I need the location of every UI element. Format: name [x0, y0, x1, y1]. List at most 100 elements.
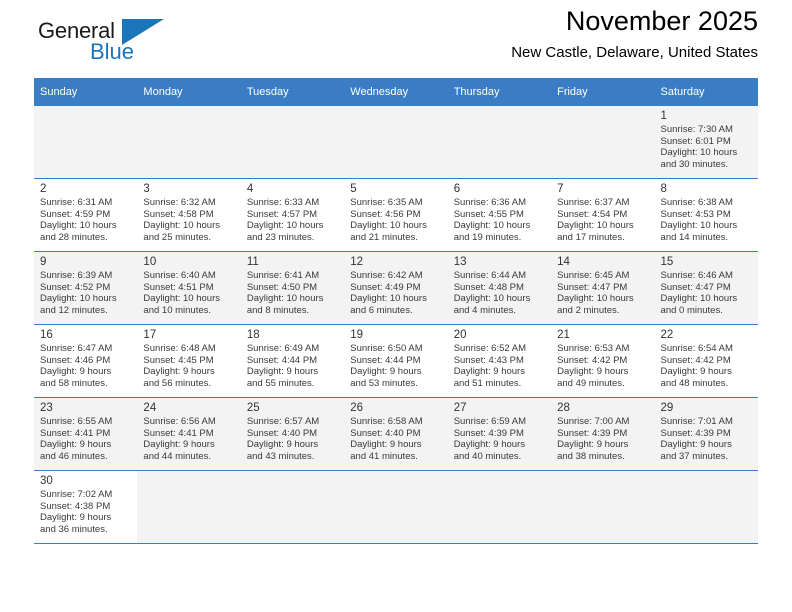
sunrise-text: Sunrise: 6:56 AM — [143, 416, 216, 427]
daylight-text-line1: Daylight: 10 hours — [557, 220, 634, 232]
sunrise-text: Sunrise: 6:36 AM — [453, 197, 527, 208]
page-subtitle: New Castle, Delaware, United States — [511, 44, 758, 61]
calendar-day-cell[interactable]: 19 Sunrise: 6:50 AM Sunset: 4:44 PM Dayligh… — [344, 324, 448, 398]
sunrise-text: Sunrise: 6:50 AM — [350, 343, 423, 354]
calendar-day-cell[interactable]: 6 Sunrise: 6:36 AM Sunset: 4:55 PM Daylight… — [447, 178, 552, 252]
day-number: 13 — [453, 256, 467, 268]
calendar-day-cell[interactable]: 4 Sunrise: 6:33 AM Sunset: 4:57 PM Daylight… — [240, 178, 345, 252]
calendar-day-cell[interactable]: 26 Sunrise: 6:58 AM Sunset: 4:40 PM Dayligh… — [344, 397, 448, 471]
calendar-day-cell[interactable]: 13 Sunrise: 6:44 AM Sunset: 4:48 PM Dayligh… — [447, 251, 552, 325]
day-number: 6 — [453, 183, 461, 195]
day-sun-info: Sunrise: 6:41 AM Sunset: 4:50 PM Daylight:… — [247, 270, 339, 316]
daylight-text-line2: and 23 minutes. — [246, 231, 315, 243]
day-number: 20 — [453, 329, 467, 341]
calendar-day-cell[interactable]: 22 Sunrise: 6:54 AM Sunset: 4:42 PM Dayligh… — [654, 324, 758, 398]
sunset-text: Sunset: 4:40 PM — [350, 427, 421, 439]
day-cell-content: 20 Sunrise: 6:52 AM Sunset: 4:43 PM Dayligh… — [448, 325, 551, 391]
daylight-text-line1: Daylight: 10 hours — [350, 293, 427, 305]
generalblue-logo[interactable]: General Blue — [34, 12, 164, 68]
daylight-text-line1: Daylight: 9 hours — [557, 366, 629, 378]
day-cell-content: 5 Sunrise: 6:35 AM Sunset: 4:56 PM Daylight… — [344, 179, 447, 245]
sunrise-text: Sunrise: 6:40 AM — [143, 270, 216, 281]
calendar-day-cell[interactable]: 28 Sunrise: 7:00 AM Sunset: 4:39 PM Dayligh… — [551, 397, 655, 471]
calendar-cell-empty — [240, 106, 345, 179]
calendar-day-cell[interactable]: 9 Sunrise: 6:39 AM Sunset: 4:52 PM Daylight… — [34, 251, 138, 325]
daylight-text-line1: Daylight: 10 hours — [246, 220, 324, 232]
calendar-day-cell[interactable]: 2 Sunrise: 6:31 AM Sunset: 4:59 PM Daylight… — [34, 178, 138, 252]
sunrise-text: Sunrise: 6:46 AM — [660, 270, 733, 281]
calendar-day-cell[interactable]: 23 Sunrise: 6:55 AM Sunset: 4:41 PM Dayligh… — [34, 397, 138, 471]
calendar-day-cell[interactable]: 11 Sunrise: 6:41 AM Sunset: 4:50 PM Dayligh… — [240, 251, 345, 325]
day-sun-info: Sunrise: 6:52 AM Sunset: 4:43 PM Daylight:… — [454, 343, 546, 389]
calendar-day-cell[interactable]: 20 Sunrise: 6:52 AM Sunset: 4:43 PM Dayligh… — [447, 324, 552, 398]
daylight-text-line2: and 25 minutes. — [143, 231, 212, 243]
day-cell-content: 8 Sunrise: 6:38 AM Sunset: 4:53 PM Daylight… — [655, 179, 758, 245]
day-number: 21 — [557, 329, 570, 341]
calendar-day-cell[interactable]: 10 Sunrise: 6:40 AM Sunset: 4:51 PM Dayligh… — [137, 251, 241, 325]
daylight-text-line2: and 56 minutes. — [143, 377, 212, 389]
calendar-day-cell[interactable]: 16 Sunrise: 6:47 AM Sunset: 4:46 PM Dayligh… — [34, 324, 138, 398]
calendar-day-cell[interactable]: 3 Sunrise: 6:32 AM Sunset: 4:58 PM Daylight… — [137, 178, 241, 252]
calendar-day-cell[interactable]: 1 Sunrise: 7:30 AM Sunset: 6:01 PM Daylight… — [654, 106, 758, 179]
day-number: 30 — [40, 475, 53, 487]
day-number: 11 — [246, 256, 259, 268]
day-sun-info: Sunrise: 6:53 AM Sunset: 4:42 PM Daylight:… — [557, 343, 649, 389]
calendar-day-cell[interactable]: 27 Sunrise: 6:59 AM Sunset: 4:39 PM Dayligh… — [447, 397, 552, 471]
calendar-day-cell[interactable]: 29 Sunrise: 7:01 AM Sunset: 4:39 PM Dayligh… — [654, 397, 758, 471]
calendar-day-cell[interactable]: 8 Sunrise: 6:38 AM Sunset: 4:53 PM Daylight… — [654, 178, 758, 252]
calendar-day-cell[interactable]: 15 Sunrise: 6:46 AM Sunset: 4:47 PM Dayligh… — [654, 251, 758, 325]
sunset-text: Sunset: 6:01 PM — [660, 135, 731, 147]
calendar-week-row: 23 Sunrise: 6:55 AM Sunset: 4:41 PM Dayligh… — [34, 397, 758, 471]
calendar-day-cell[interactable]: 24 Sunrise: 6:56 AM Sunset: 4:41 PM Dayligh… — [137, 397, 241, 471]
daylight-text-line1: Daylight: 10 hours — [40, 220, 117, 232]
day-cell-content: 23 Sunrise: 6:55 AM Sunset: 4:41 PM Dayligh… — [34, 398, 137, 464]
daylight-text-line1: Daylight: 10 hours — [350, 220, 427, 232]
calendar-day-cell[interactable]: 25 Sunrise: 6:57 AM Sunset: 4:40 PM Dayligh… — [240, 397, 345, 471]
sunrise-text: Sunrise: 7:00 AM — [557, 416, 630, 427]
sunrise-text: Sunrise: 6:54 AM — [660, 343, 733, 354]
daylight-text-line2: and 14 minutes. — [660, 231, 729, 243]
calendar-cell-empty — [137, 470, 241, 544]
calendar-day-cell[interactable]: 18 Sunrise: 6:49 AM Sunset: 4:44 PM Dayligh… — [240, 324, 345, 398]
sunset-text: Sunset: 4:51 PM — [143, 281, 214, 293]
daylight-text-line1: Daylight: 9 hours — [40, 366, 112, 378]
sunrise-text: Sunrise: 6:49 AM — [246, 343, 320, 354]
day-number: 16 — [40, 329, 53, 341]
daylight-text-line1: Daylight: 10 hours — [660, 147, 738, 159]
daylight-text-line2: and 10 minutes. — [143, 304, 212, 316]
day-cell-content: 6 Sunrise: 6:36 AM Sunset: 4:55 PM Daylight… — [448, 179, 551, 245]
day-cell-content: 18 Sunrise: 6:49 AM Sunset: 4:44 PM Dayligh… — [241, 325, 344, 391]
calendar-day-cell[interactable]: 30 Sunrise: 7:02 AM Sunset: 4:38 PM Dayligh… — [34, 470, 138, 544]
day-number: 8 — [660, 183, 667, 195]
calendar-day-cell[interactable]: 14 Sunrise: 6:45 AM Sunset: 4:47 PM Dayligh… — [551, 251, 655, 325]
day-cell-content: 3 Sunrise: 6:32 AM Sunset: 4:58 PM Daylight… — [137, 179, 240, 245]
day-number: 29 — [660, 402, 674, 414]
weekday-header-tuesday: Tuesday — [240, 78, 345, 106]
sunset-text: Sunset: 4:56 PM — [350, 208, 421, 220]
calendar-day-cell[interactable]: 21 Sunrise: 6:53 AM Sunset: 4:42 PM Dayligh… — [551, 324, 655, 398]
calendar-day-cell[interactable]: 12 Sunrise: 6:42 AM Sunset: 4:49 PM Dayligh… — [344, 251, 448, 325]
daylight-text-line2: and 2 minutes. — [557, 304, 620, 316]
day-cell-content: 24 Sunrise: 6:56 AM Sunset: 4:41 PM Dayligh… — [137, 398, 240, 464]
daylight-text-line2: and 19 minutes. — [453, 231, 522, 243]
calendar-cell-empty — [551, 470, 655, 544]
calendar-cell-empty — [344, 470, 448, 544]
day-number: 24 — [143, 402, 157, 414]
daylight-text-line1: Daylight: 10 hours — [40, 293, 117, 305]
daylight-text-line1: Daylight: 9 hours — [143, 366, 215, 378]
sunset-text: Sunset: 4:57 PM — [246, 208, 318, 220]
sunrise-text: Sunrise: 6:32 AM — [143, 197, 216, 208]
calendar-day-cell[interactable]: 7 Sunrise: 6:37 AM Sunset: 4:54 PM Daylight… — [551, 178, 655, 252]
sunset-text: Sunset: 4:45 PM — [143, 354, 214, 366]
calendar-cell-empty — [447, 470, 552, 544]
day-cell-content: 27 Sunrise: 6:59 AM Sunset: 4:39 PM Dayligh… — [448, 398, 551, 464]
calendar-day-cell[interactable]: 5 Sunrise: 6:35 AM Sunset: 4:56 PM Daylight… — [344, 178, 448, 252]
day-cell-content: 19 Sunrise: 6:50 AM Sunset: 4:44 PM Dayligh… — [344, 325, 447, 391]
daylight-text-line2: and 58 minutes. — [40, 377, 108, 389]
daylight-text-line2: and 12 minutes. — [40, 304, 108, 316]
day-cell-content: 17 Sunrise: 6:48 AM Sunset: 4:45 PM Dayligh… — [137, 325, 240, 391]
sunset-text: Sunset: 4:41 PM — [143, 427, 214, 439]
daylight-text-line2: and 53 minutes. — [350, 377, 418, 389]
sunrise-text: Sunrise: 6:45 AM — [557, 270, 630, 281]
calendar-day-cell[interactable]: 17 Sunrise: 6:48 AM Sunset: 4:45 PM Dayligh… — [137, 324, 241, 398]
